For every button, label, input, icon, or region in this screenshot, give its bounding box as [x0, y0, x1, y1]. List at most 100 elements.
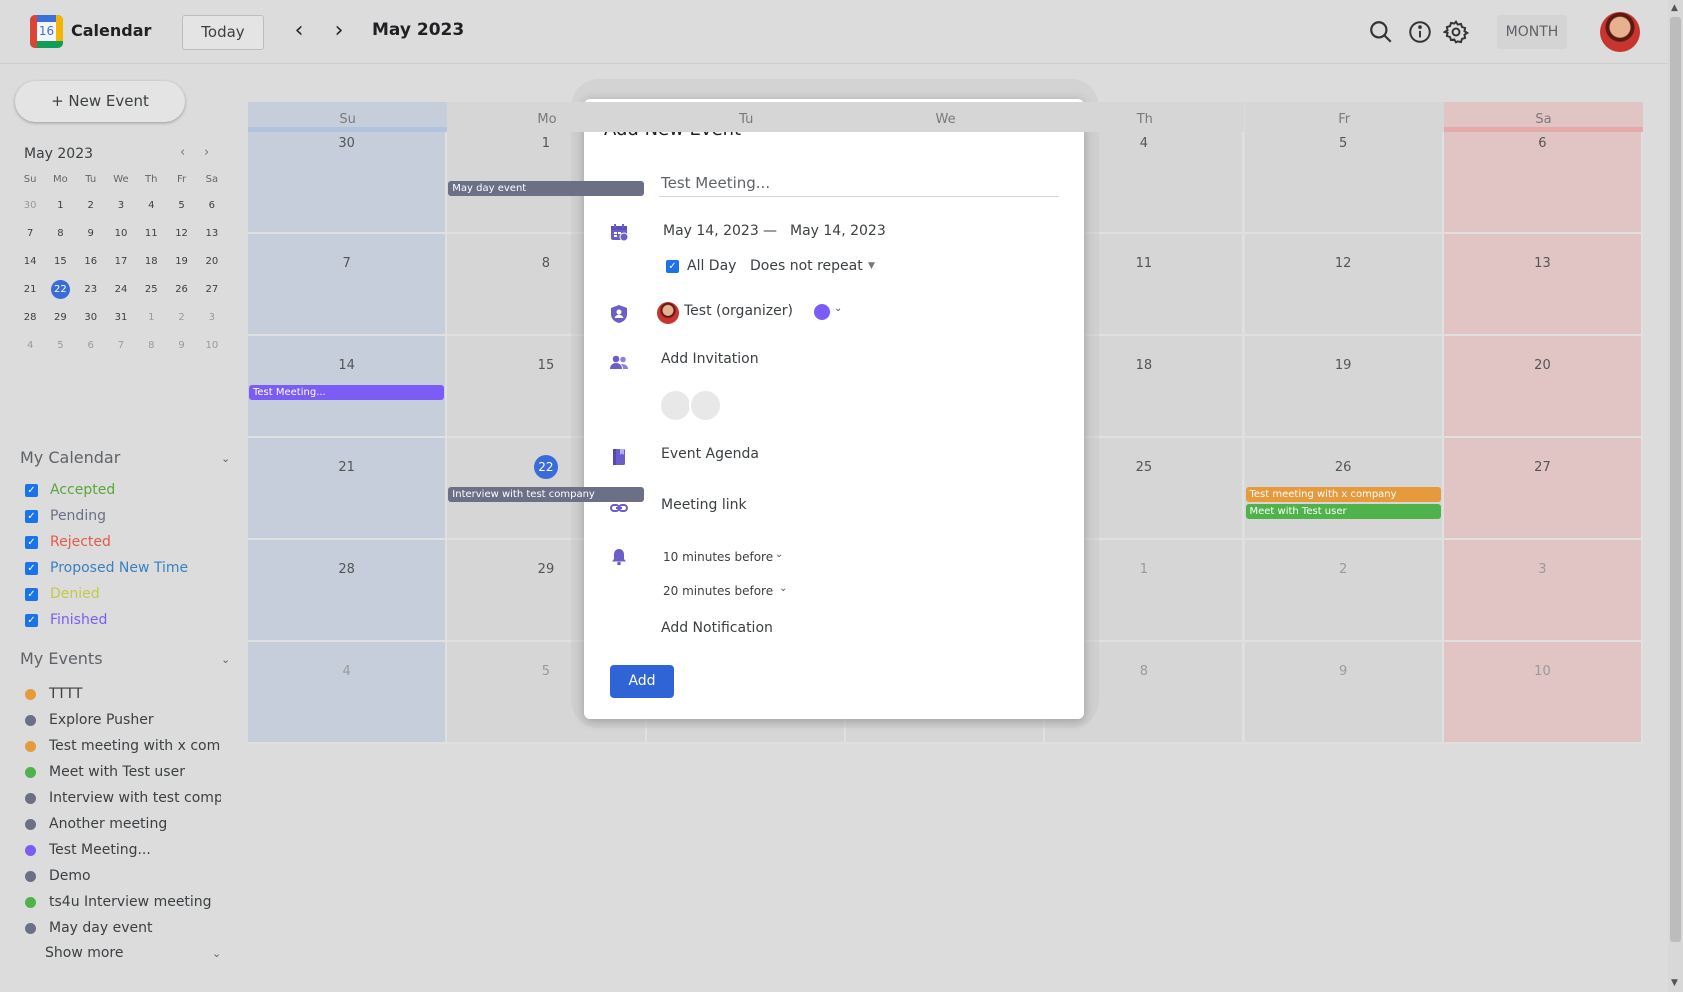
scrollbar-thumb[interactable] [1670, 17, 1681, 942]
mini-calendar-day[interactable]: 27 [197, 276, 227, 304]
day-cell[interactable]: 9 [1244, 642, 1444, 744]
meeting-link-field[interactable]: Meeting link [661, 497, 747, 513]
mini-calendar-day[interactable]: 20 [197, 248, 227, 276]
calendar-filter-accepted[interactable]: ✓ Accepted [25, 480, 115, 500]
filter-checkbox[interactable]: ✓ [25, 561, 38, 575]
mini-calendar-day[interactable]: 6 [197, 192, 227, 220]
mini-calendar-day[interactable]: 2 [166, 304, 196, 332]
my-event-item[interactable]: ts4u Interview meeting [25, 892, 221, 912]
repeat-dropdown-icon[interactable]: ▼ [868, 261, 875, 271]
scroll-up-arrow-icon[interactable]: ▲ [1671, 3, 1678, 13]
mini-calendar-day[interactable]: 29 [45, 304, 75, 332]
my-events-collapse-icon[interactable]: ⌄ [221, 653, 230, 666]
repeat-select[interactable]: Does not repeat [750, 258, 863, 274]
user-avatar[interactable] [1600, 12, 1640, 52]
my-event-item[interactable]: Meet with Test user [25, 762, 221, 782]
info-icon[interactable] [1407, 19, 1433, 45]
mini-calendar-day[interactable]: 24 [106, 276, 136, 304]
today-button[interactable]: Today [182, 15, 264, 50]
calendar-filter-finished[interactable]: ✓ Finished [25, 610, 107, 630]
my-event-item[interactable]: Test meeting with x company [25, 736, 221, 756]
mini-calendar-day[interactable]: 14 [15, 248, 45, 276]
show-more-link[interactable]: Show more [45, 945, 124, 961]
new-event-button[interactable]: + New Event [15, 81, 185, 122]
chevron-down-icon[interactable]: ⌄ [775, 549, 783, 560]
day-cell[interactable]: 7 [248, 234, 448, 336]
day-cell[interactable]: 19 [1244, 336, 1444, 438]
filter-checkbox[interactable]: ✓ [25, 613, 38, 627]
chevron-down-icon[interactable]: ⌄ [212, 947, 221, 960]
day-cell[interactable]: 27 [1443, 438, 1644, 540]
filter-checkbox[interactable]: ✓ [25, 535, 38, 549]
mini-calendar-day[interactable]: 8 [136, 332, 166, 360]
my-event-item[interactable]: Test Meeting... [25, 840, 221, 860]
mini-calendar-prev-button[interactable]: ‹ [180, 145, 185, 160]
mini-calendar-day[interactable]: 12 [166, 220, 196, 248]
page-scrollbar[interactable]: ▲ ▼ [1668, 0, 1683, 992]
mini-calendar-day[interactable]: 11 [136, 220, 166, 248]
mini-calendar-today[interactable]: 22 [45, 276, 75, 304]
mini-calendar-day[interactable]: 30 [76, 304, 106, 332]
mini-calendar-day[interactable]: 9 [166, 332, 196, 360]
mini-calendar-day[interactable]: 25 [136, 276, 166, 304]
day-cell[interactable]: 4 [248, 642, 448, 744]
event-title-input[interactable] [659, 169, 1059, 197]
my-event-item[interactable]: Another meeting [25, 814, 221, 834]
mini-calendar-day[interactable]: 4 [136, 192, 166, 220]
mini-calendar-day[interactable]: 26 [166, 276, 196, 304]
mini-calendar-day[interactable]: 19 [166, 248, 196, 276]
mini-calendar-day[interactable]: 7 [15, 220, 45, 248]
end-date-field[interactable]: May 14, 2023 [790, 223, 886, 239]
my-calendar-collapse-icon[interactable]: ⌄ [221, 452, 230, 465]
event-color-swatch[interactable] [814, 304, 830, 320]
mini-calendar-day[interactable]: 13 [197, 220, 227, 248]
gear-icon[interactable] [1443, 19, 1469, 45]
mini-calendar-day[interactable]: 30 [15, 192, 45, 220]
add-invitation-button[interactable]: Add Invitation [661, 351, 759, 367]
mini-calendar-day[interactable]: 10 [106, 220, 136, 248]
my-event-item[interactable]: Explore Pusher [25, 710, 221, 730]
calendar-event-bar[interactable]: Interview with test company [448, 487, 644, 502]
calendar-event-bar[interactable]: May day event [448, 181, 644, 196]
day-cell[interactable]: 2 [1244, 540, 1444, 642]
mini-calendar-day[interactable]: 2 [76, 192, 106, 220]
calendar-filter-proposed-new-time[interactable]: ✓ Proposed New Time [25, 558, 188, 578]
filter-checkbox[interactable]: ✓ [25, 509, 38, 523]
mini-calendar-day[interactable]: 21 [15, 276, 45, 304]
all-day-checkbox[interactable]: ✓ [666, 260, 679, 273]
calendar-filter-rejected[interactable]: ✓ Rejected [25, 532, 111, 552]
day-cell[interactable]: 21 [248, 438, 448, 540]
filter-checkbox[interactable]: ✓ [25, 483, 38, 497]
next-month-button[interactable]: › [325, 18, 353, 46]
color-chevron-down-icon[interactable]: ⌄ [834, 303, 842, 314]
mini-calendar-day[interactable]: 4 [15, 332, 45, 360]
day-cell[interactable]: 28 [248, 540, 448, 642]
mini-calendar-next-button[interactable]: › [204, 145, 209, 160]
mini-calendar-day[interactable]: 15 [45, 248, 75, 276]
my-event-item[interactable]: May day event [25, 918, 221, 938]
calendar-event-bar[interactable]: Meet with Test user [1245, 504, 1441, 519]
filter-checkbox[interactable]: ✓ [25, 587, 38, 601]
mini-calendar-day[interactable]: 3 [106, 192, 136, 220]
my-event-item[interactable]: TTTT [25, 684, 221, 704]
mini-calendar-day[interactable]: 18 [136, 248, 166, 276]
mini-calendar-day[interactable]: 1 [136, 304, 166, 332]
event-agenda-field[interactable]: Event Agenda [661, 446, 759, 462]
mini-calendar-day[interactable]: 31 [106, 304, 136, 332]
search-icon[interactable] [1368, 19, 1394, 45]
mini-calendar-day[interactable]: 10 [197, 332, 227, 360]
day-cell[interactable]: 3 [1443, 540, 1644, 642]
add-event-submit-button[interactable]: Add [610, 665, 674, 698]
calendar-filter-denied[interactable]: ✓ Denied [25, 584, 100, 604]
start-date-field[interactable]: May 14, 2023 [663, 223, 759, 239]
mini-calendar-day[interactable]: 5 [166, 192, 196, 220]
mini-calendar-day[interactable]: 3 [197, 304, 227, 332]
calendar-event-bar[interactable]: Test meeting with x company [1245, 487, 1441, 502]
mini-calendar-day[interactable]: 23 [76, 276, 106, 304]
mini-calendar-day[interactable]: 5 [45, 332, 75, 360]
my-event-item[interactable]: Demo [25, 866, 221, 886]
day-cell[interactable]: 13 [1443, 234, 1644, 336]
mini-calendar-day[interactable]: 16 [76, 248, 106, 276]
calendar-filter-pending[interactable]: ✓ Pending [25, 506, 106, 526]
day-cell[interactable]: 10 [1443, 642, 1644, 744]
